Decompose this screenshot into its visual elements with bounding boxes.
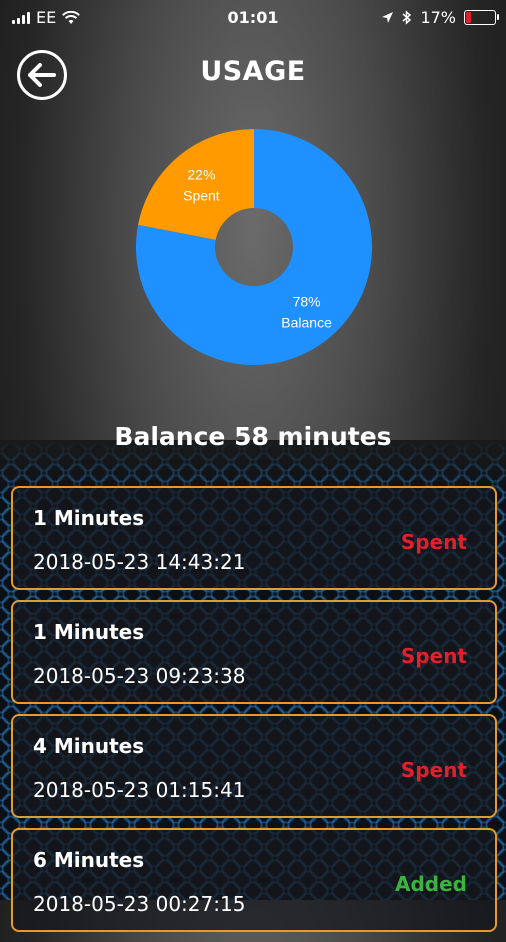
battery-level bbox=[466, 12, 472, 23]
usage-type-badge: Spent bbox=[400, 644, 467, 668]
usage-amount: 4 Minutes bbox=[33, 734, 145, 758]
donut-name-label-spent: Spent bbox=[183, 187, 220, 203]
usage-donut-chart: 78% Balance 22% Spent bbox=[135, 129, 372, 366]
usage-date: 2018-05-23 09:23:38 bbox=[33, 664, 246, 688]
usage-type-badge: Spent bbox=[400, 530, 467, 554]
battery-percent: 17% bbox=[420, 8, 456, 27]
usage-date: 2018-05-23 01:15:41 bbox=[33, 778, 246, 802]
usage-list-item[interactable]: 1 Minutes 2018-05-23 14:43:21 Spent bbox=[11, 486, 497, 590]
bluetooth-icon bbox=[402, 10, 412, 25]
balance-summary: Balance 58 minutes bbox=[114, 422, 392, 451]
usage-list: 1 Minutes 2018-05-23 14:43:21 Spent 1 Minut… bbox=[11, 486, 497, 942]
usage-list-item[interactable]: 1 Minutes 2018-05-23 09:23:38 Spent bbox=[11, 600, 497, 704]
usage-amount: 6 Minutes bbox=[33, 848, 145, 872]
location-arrow-icon bbox=[382, 12, 394, 23]
usage-date: 2018-05-23 00:27:15 bbox=[33, 892, 246, 916]
donut-name-label-balance: Balance bbox=[281, 315, 332, 331]
donut-slice-spent bbox=[138, 129, 254, 240]
usage-list-item[interactable]: 6 Minutes 2018-05-23 00:27:15 Added bbox=[11, 828, 497, 932]
usage-list-item[interactable]: 4 Minutes 2018-05-23 01:15:41 Spent bbox=[11, 714, 497, 818]
donut-percent-label-spent: 22% bbox=[187, 166, 215, 182]
usage-type-badge: Spent bbox=[400, 758, 467, 782]
usage-amount: 1 Minutes bbox=[33, 506, 145, 530]
status-right: 17% bbox=[381, 8, 499, 27]
donut-percent-label-balance: 78% bbox=[293, 294, 321, 310]
battery-icon bbox=[464, 10, 499, 25]
usage-date: 2018-05-23 14:43:21 bbox=[33, 550, 246, 574]
status-bar: EE 01:01 17% bbox=[0, 0, 506, 36]
usage-amount: 1 Minutes bbox=[33, 620, 145, 644]
usage-type-badge: Added bbox=[395, 872, 467, 896]
page-title: USAGE bbox=[200, 56, 306, 87]
